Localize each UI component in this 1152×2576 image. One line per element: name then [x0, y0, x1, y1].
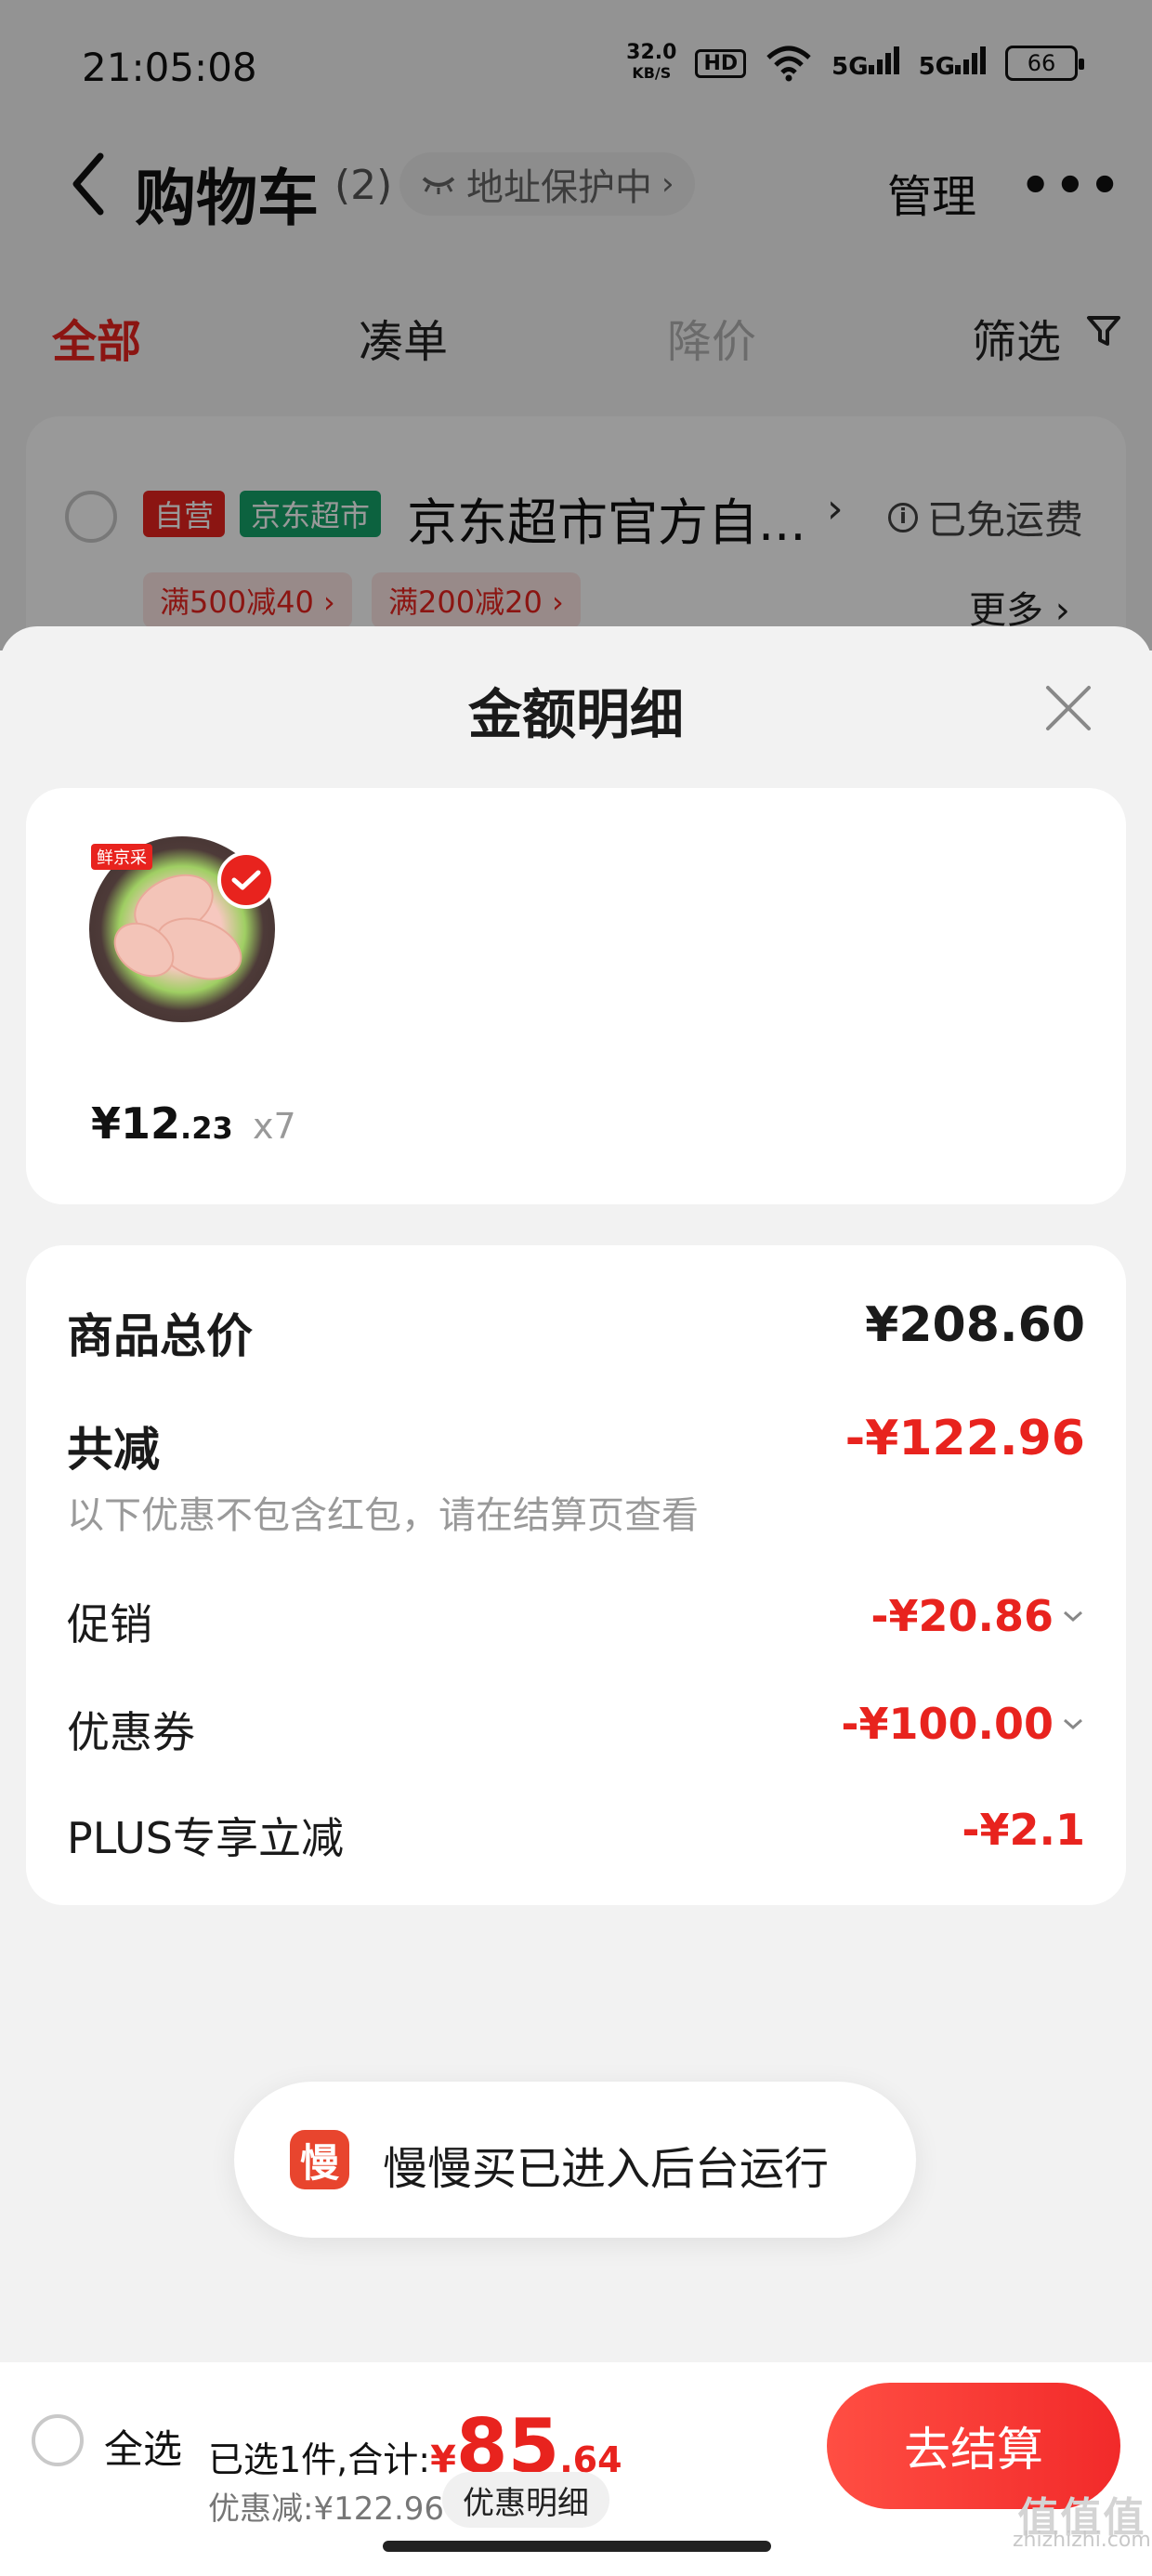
coupon-row[interactable]: -¥100.00 — [841, 1699, 1085, 1749]
home-indicator[interactable] — [383, 2541, 771, 2552]
chevron-down-icon — [1064, 1718, 1082, 1730]
chevron-down-icon — [1064, 1610, 1082, 1623]
coupon-label: 优惠券 — [67, 1707, 195, 1757]
selected-count-text: 已选1件,合计: — [208, 2439, 431, 2480]
product-quantity: x7 — [253, 1106, 296, 1147]
product-price: ¥12.23 — [91, 1098, 233, 1149]
plus-discount-label: PLUS专享立减 — [67, 1813, 344, 1863]
promotion-row[interactable]: -¥20.86 — [871, 1591, 1085, 1641]
promotion-label: 促销 — [67, 1599, 152, 1649]
discount-detail-button[interactable]: 优惠明细 — [442, 2472, 609, 2528]
coupon-value: -¥100.00 — [841, 1699, 1054, 1749]
site-watermark: 值值值 zhizhizhi.com — [1013, 2494, 1151, 2552]
toast-text: 慢慢买已进入后台运行 — [383, 2143, 830, 2195]
goods-total-label: 商品总价 — [67, 1309, 253, 1363]
brand-logo: 鲜京采 — [91, 844, 152, 870]
select-all-radio[interactable] — [32, 2414, 84, 2466]
discount-summary: 优惠减:¥122.96 — [208, 2491, 445, 2528]
promotion-value: -¥20.86 — [871, 1591, 1054, 1641]
total-reduction-value: -¥122.96 — [844, 1411, 1085, 1466]
product-card: 鲜京采 ¥12.23 x7 — [26, 788, 1126, 1204]
plus-discount-value: -¥2.1 — [962, 1805, 1085, 1855]
select-all-label[interactable]: 全选 — [104, 2418, 182, 2475]
price-detail-card: 商品总价 ¥208.60 共减 -¥122.96 以下优惠不包含红包，请在结算页… — [26, 1245, 1126, 1905]
sheet-title: 金额明细 — [467, 683, 684, 746]
selected-check-icon — [217, 851, 275, 909]
app-logo-icon: 慢 — [290, 2130, 349, 2189]
checkout-bar: 全选 已选1件,合计: ¥85.64 优惠减:¥122.96 优惠明细 去结算 … — [0, 2362, 1152, 2576]
goods-total-value: ¥208.60 — [865, 1297, 1085, 1353]
amount-detail-sheet: 金额明细 鲜京采 ¥12.23 x7 商品总价 ¥208.60 共减 -¥122… — [0, 626, 1152, 2576]
background-run-toast: 慢 慢慢买已进入后台运行 — [234, 2082, 916, 2238]
total-reduction-label: 共减 — [67, 1423, 160, 1477]
reduction-hint: 以下优惠不包含红包，请在结算页查看 — [67, 1494, 699, 1537]
checkout-button[interactable]: 去结算 — [827, 2383, 1120, 2509]
close-icon[interactable] — [1041, 680, 1096, 736]
modal-backdrop[interactable] — [0, 0, 1152, 651]
